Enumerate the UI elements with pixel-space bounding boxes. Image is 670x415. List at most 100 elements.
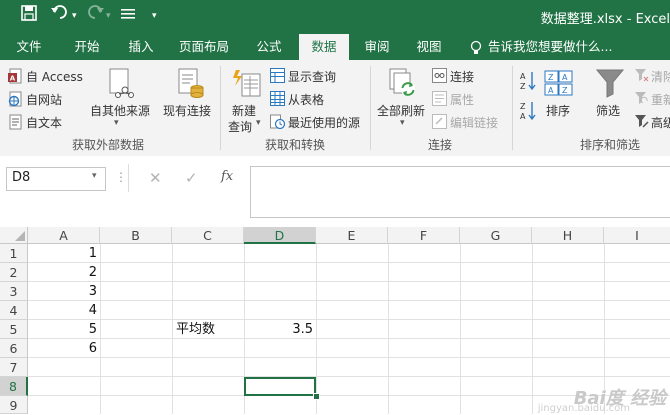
column-header-a[interactable]: A [28,227,100,244]
column-header-i[interactable]: I [604,227,670,244]
edit-links-label: 编辑链接 [450,116,499,130]
group-label-connections: 连接 [428,138,453,152]
svg-text:Z: Z [562,86,568,95]
column-header-f[interactable]: F [388,227,460,244]
window-title: 数据整理.xlsx - Excel [540,12,670,27]
gridline [316,244,317,414]
gridline [28,376,670,377]
from-access-label: 自 Access [26,70,83,84]
column-header-b[interactable]: B [100,227,172,244]
name-box[interactable]: D8 ▾ [6,167,106,191]
properties-button[interactable]: 属性 [432,90,502,108]
properties-label: 属性 [450,93,475,107]
new-query-label-1: 新建 [232,104,257,118]
new-query-button[interactable]: 新建 查询 ▾ [224,66,268,134]
select-all-corner[interactable] [0,227,28,244]
tab-review[interactable]: 审阅 [354,34,400,60]
row-header-9[interactable]: 9 [0,396,28,414]
reapply-icon [634,91,649,108]
name-box-dropdown-icon[interactable]: ▾ [92,171,97,181]
column-header-h[interactable]: H [532,227,604,244]
formula-bar-resize-handle[interactable]: ⋮ [115,170,128,184]
sort-az-button[interactable]: AZ ZA [516,70,538,124]
svg-text:Z: Z [548,73,554,82]
from-access-button[interactable]: A 自 Access [8,67,88,85]
connections-button[interactable]: 连接 [432,67,502,85]
show-queries-button[interactable]: 显示查询 [270,67,350,85]
svg-text:A: A [562,73,568,82]
svg-text:A: A [520,72,526,81]
cell-a1[interactable]: 1 [28,244,97,263]
from-web-button[interactable]: 自网站 [8,90,78,108]
insert-function-icon[interactable]: fx [221,169,233,184]
filter-button[interactable]: 筛选 [590,66,630,126]
row-header-7[interactable]: 7 [0,358,28,377]
from-table-button[interactable]: 从表格 [270,90,350,108]
refresh-all-button[interactable]: 全部刷新 ▾ [374,66,430,134]
filter-icon [595,68,625,101]
fill-handle[interactable] [313,393,320,400]
filter-label: 筛选 [596,104,621,118]
cancel-icon[interactable]: ✕ [149,169,162,187]
gridline [172,244,173,414]
save-icon[interactable] [21,5,37,27]
group-separator [370,66,371,150]
tab-view[interactable]: 视图 [406,34,452,60]
tab-data[interactable]: 数据 [299,34,349,60]
column-header-c[interactable]: C [172,227,244,244]
edit-links-button[interactable]: 编辑链接 [432,113,512,131]
from-text-button[interactable]: 自文本 [8,113,78,131]
show-queries-icon [270,68,285,86]
chevron-down-icon: ▾ [400,118,405,128]
group-label-get-transform: 获取和转换 [265,138,326,152]
redo-dropdown-icon[interactable]: ▾ [106,5,111,27]
undo-dropdown-icon[interactable]: ▾ [72,5,77,27]
qat-dropdown-icon[interactable]: ▾ [152,5,157,27]
row-header-6[interactable]: 6 [0,339,28,358]
cell-a2[interactable]: 2 [28,263,97,282]
column-header-e[interactable]: E [316,227,388,244]
reapply-button[interactable]: 重新 [634,90,670,108]
formula-input[interactable] [250,166,670,218]
recent-sources-button[interactable]: 最近使用的源 [270,113,370,131]
row-header-5[interactable]: 5 [0,320,28,339]
sort-ascending-icon: AZ [517,70,537,95]
tell-me-box[interactable]: 告诉我您想要做什么... [466,34,638,60]
clear-filter-button[interactable]: 清除 [634,67,670,85]
from-table-label: 从表格 [288,93,325,107]
cell-a4[interactable]: 4 [28,301,97,320]
cell-c5[interactable]: 平均数 [176,320,242,339]
row-header-8[interactable]: 8 [0,377,28,396]
column-header-d[interactable]: D [244,227,316,244]
cell-a3[interactable]: 3 [28,282,97,301]
customize-qat-icon[interactable] [121,5,135,27]
gridline [28,357,670,358]
redo-icon[interactable] [86,5,104,27]
existing-connections-button[interactable]: 现有连接 [160,66,216,126]
tab-file[interactable]: 文件 [6,34,52,60]
from-other-sources-button[interactable]: 自其他来源 ▾ [88,66,152,134]
connections-label: 连接 [450,70,475,84]
sort-button[interactable]: ZAAZ 排序 [540,66,580,126]
cell-a6[interactable]: 6 [28,339,97,358]
tab-formulas[interactable]: 公式 [246,34,292,60]
tab-insert[interactable]: 插入 [118,34,164,60]
cell-d5[interactable]: 3.5 [244,320,313,339]
row-header-3[interactable]: 3 [0,282,28,301]
connections-icon [432,68,447,86]
row-header-1[interactable]: 1 [0,244,28,263]
group-label-sort-filter: 排序和筛选 [580,138,641,152]
row-header-2[interactable]: 2 [0,263,28,282]
advanced-filter-button[interactable]: 高级 [634,113,670,131]
row-header-4[interactable]: 4 [0,301,28,320]
undo-icon[interactable] [51,5,69,27]
column-header-g[interactable]: G [460,227,532,244]
new-query-label-2: 查询 [228,120,253,134]
ribbon-tab-bar: 文件 开始 插入 页面布局 公式 数据 审阅 视图 告诉我您想要做什么... [0,34,670,60]
tab-page-layout[interactable]: 页面布局 [172,34,236,60]
enter-icon[interactable]: ✓ [185,169,198,187]
tab-home[interactable]: 开始 [64,34,110,60]
cell-a5[interactable]: 5 [28,320,97,339]
active-cell-d8[interactable] [244,377,316,396]
other-sources-icon [106,68,134,101]
